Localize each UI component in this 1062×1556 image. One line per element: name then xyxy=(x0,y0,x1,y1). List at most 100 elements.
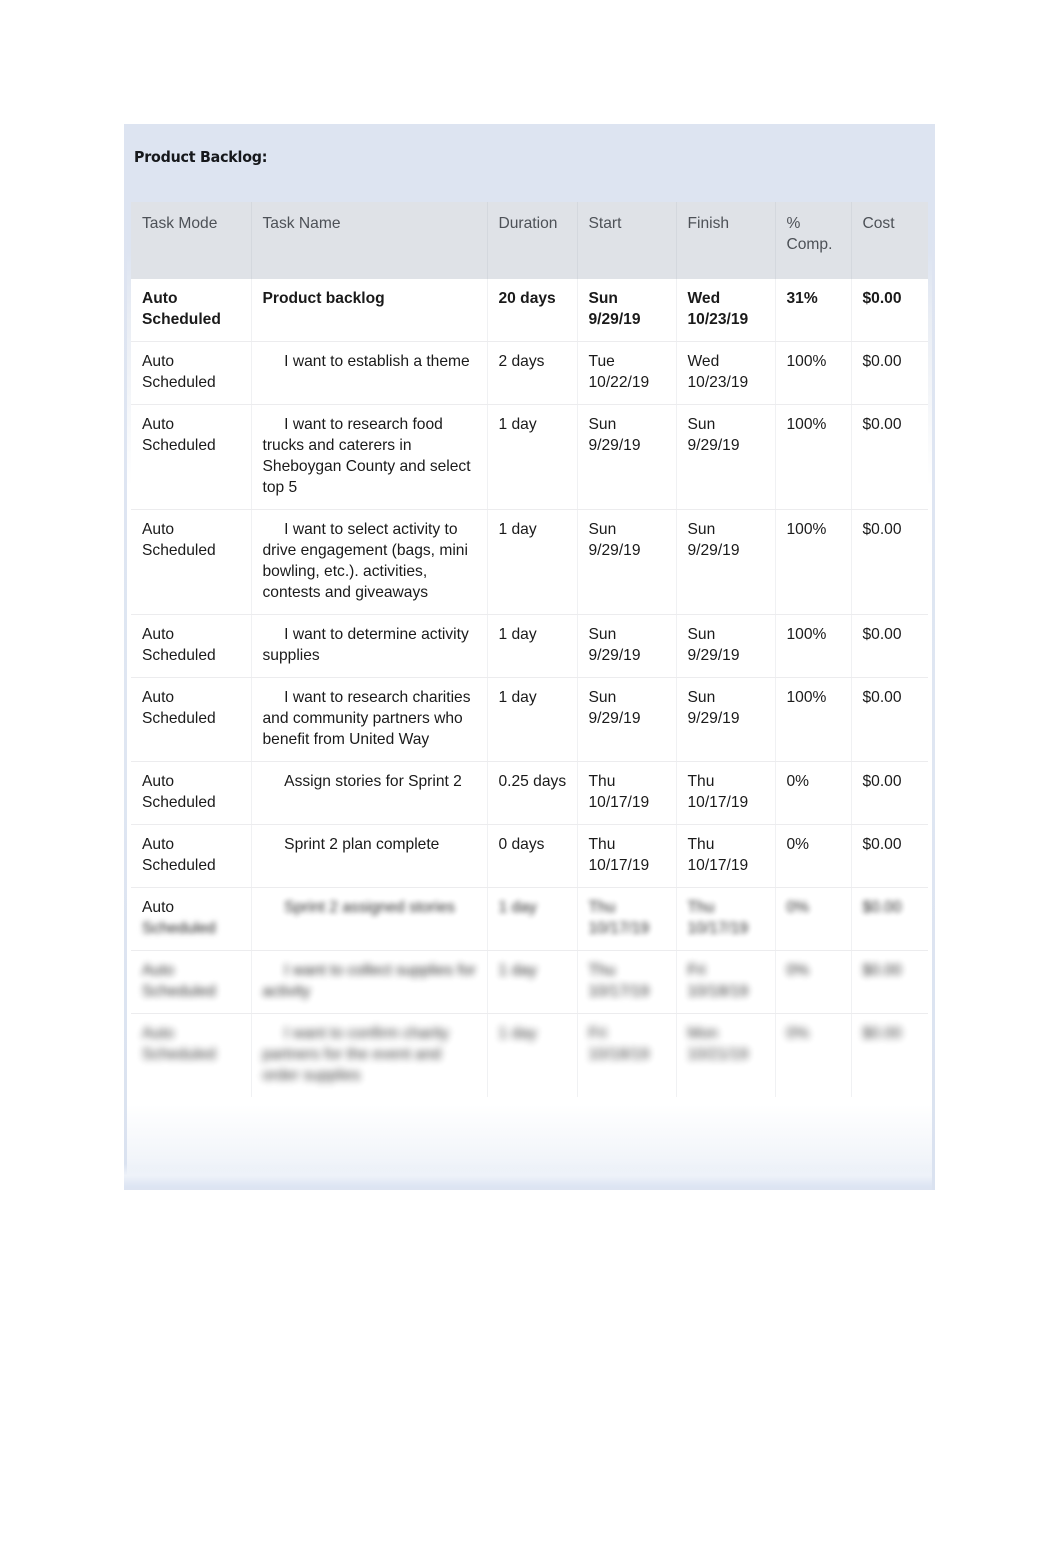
cell-task-mode: Auto Scheduled xyxy=(131,279,252,342)
cell-pct-comp: 100% xyxy=(775,404,852,510)
cell-cost: $0.00 xyxy=(851,824,928,888)
cell-duration: 20 days xyxy=(487,279,578,342)
cell-pct-comp: 0% xyxy=(775,824,852,888)
cell-start: Tue 10/22/19 xyxy=(577,341,677,405)
cell-task-mode-sharp-line: Auto xyxy=(142,899,175,916)
cell-task-mode: Auto Scheduled xyxy=(131,887,252,951)
column-header-duration[interactable]: Duration xyxy=(487,202,578,279)
cell-finish: Fri 10/18/19 xyxy=(676,950,776,1014)
cell-finish: Wed 10/23/19 xyxy=(676,341,776,405)
table-header-row: Task Mode Task Name Duration Start Finis… xyxy=(131,202,928,279)
table-body: Auto Scheduled Product backlog 20 days Sun … xyxy=(131,279,928,1097)
cell-duration: 1 day xyxy=(487,887,578,951)
cell-task-mode-blurred-line: Scheduled xyxy=(142,920,216,937)
table-row[interactable]: Auto Scheduled I want to research food t… xyxy=(131,404,928,510)
cell-duration: 0.25 days xyxy=(487,761,578,825)
column-header-pct-comp[interactable]: % Comp. xyxy=(775,202,852,279)
table-row[interactable]: Auto Scheduled Assign stories for Sprint… xyxy=(131,761,928,825)
cell-task-mode: Auto Scheduled xyxy=(131,950,252,1014)
cell-cost: $0.00 xyxy=(851,614,928,678)
cell-duration: 2 days xyxy=(487,341,578,405)
cell-finish: Sun 9/29/19 xyxy=(676,677,776,762)
product-backlog-table: Task Mode Task Name Duration Start Finis… xyxy=(131,202,928,1097)
cell-start: Thu 10/17/19 xyxy=(577,950,677,1014)
cell-cost: $0.00 xyxy=(851,341,928,405)
cell-task-name: I want to establish a theme xyxy=(251,341,488,405)
cell-task-name: Product backlog xyxy=(251,279,488,342)
cell-start: Sun 9/29/19 xyxy=(577,677,677,762)
column-header-start[interactable]: Start xyxy=(577,202,677,279)
cell-pct-comp: 100% xyxy=(775,614,852,678)
column-header-finish[interactable]: Finish xyxy=(676,202,776,279)
column-header-cost[interactable]: Cost xyxy=(851,202,928,279)
cell-task-name: Assign stories for Sprint 2 xyxy=(251,761,488,825)
cell-duration: 1 day xyxy=(487,404,578,510)
cell-task-name: I want to collect supplies for activity xyxy=(251,950,488,1014)
cell-task-mode: Auto Scheduled xyxy=(131,509,252,615)
table-row[interactable]: Auto Scheduled I want to confirm charity… xyxy=(131,1013,928,1097)
product-backlog-panel: Product Backlog: Task Mode Task Name Dur… xyxy=(124,124,935,1190)
cell-task-mode: Auto Scheduled xyxy=(131,404,252,510)
cell-task-name: I want to confirm charity partners for t… xyxy=(251,1013,488,1097)
cell-task-mode: Auto Scheduled xyxy=(131,761,252,825)
cell-duration: 0 days xyxy=(487,824,578,888)
cell-start: Thu 10/17/19 xyxy=(577,824,677,888)
cell-cost: $0.00 xyxy=(851,950,928,1014)
cell-task-mode: Auto Scheduled xyxy=(131,341,252,405)
table-row[interactable]: Auto Scheduled I want to research charit… xyxy=(131,677,928,762)
cell-cost: $0.00 xyxy=(851,677,928,762)
page-title: Product Backlog: xyxy=(134,148,268,166)
cell-cost: $0.00 xyxy=(851,887,928,951)
column-header-task-name[interactable]: Task Name xyxy=(251,202,488,279)
table-row[interactable]: Auto Scheduled I want to establish a the… xyxy=(131,341,928,405)
table-header: Task Mode Task Name Duration Start Finis… xyxy=(131,202,928,279)
cell-finish: Thu 10/17/19 xyxy=(676,824,776,888)
cell-task-name: Sprint 2 plan complete xyxy=(251,824,488,888)
cell-cost: $0.00 xyxy=(851,279,928,342)
cell-start: Sun 9/29/19 xyxy=(577,614,677,678)
column-header-pct-comp-line1: % xyxy=(786,215,801,232)
cell-task-name: I want to determine activity supplies xyxy=(251,614,488,678)
cell-cost: $0.00 xyxy=(851,509,928,615)
table-row[interactable]: Auto Scheduled Sprint 2 plan complete 0 d… xyxy=(131,824,928,888)
cell-pct-comp: 31% xyxy=(775,279,852,342)
cell-cost: $0.00 xyxy=(851,761,928,825)
cell-duration: 1 day xyxy=(487,677,578,762)
cell-duration: 1 day xyxy=(487,614,578,678)
cell-duration: 1 day xyxy=(487,509,578,615)
table-row[interactable]: Auto Scheduled I want to determine activ… xyxy=(131,614,928,678)
column-header-task-mode[interactable]: Task Mode xyxy=(131,202,252,279)
cell-start: Fri 10/18/19 xyxy=(577,1013,677,1097)
cell-task-name: I want to research charities and communi… xyxy=(251,677,488,762)
table-row[interactable]: Auto Scheduled I want to select activity… xyxy=(131,509,928,615)
cell-task-name: Sprint 2 assigned stories xyxy=(251,887,488,951)
column-header-pct-comp-line2: Comp. xyxy=(786,236,833,253)
cell-task-name: I want to research food trucks and cater… xyxy=(251,404,488,510)
table-row[interactable]: Auto Scheduled Sprint 2 assigned stories 1… xyxy=(131,887,928,951)
cell-pct-comp: 100% xyxy=(775,509,852,615)
cell-finish: Thu 10/17/19 xyxy=(676,761,776,825)
cell-pct-comp: 0% xyxy=(775,761,852,825)
cell-duration: 1 day xyxy=(487,950,578,1014)
cell-finish: Mon 10/21/19 xyxy=(676,1013,776,1097)
cell-task-mode: Auto Scheduled xyxy=(131,1013,252,1097)
cell-start: Sun 9/29/19 xyxy=(577,404,677,510)
cell-start: Sun 9/29/19 xyxy=(577,509,677,615)
table-row[interactable]: Auto Scheduled I want to collect supplie… xyxy=(131,950,928,1014)
cell-task-mode: Auto Scheduled xyxy=(131,824,252,888)
cell-cost: $0.00 xyxy=(862,1025,902,1042)
cell-finish: Sun 9/29/19 xyxy=(676,614,776,678)
cell-start: Thu 10/17/19 xyxy=(577,887,677,951)
cell-pct-comp: 100% xyxy=(775,677,852,762)
cell-finish: Sun 9/29/19 xyxy=(676,404,776,510)
cell-pct-comp: 0% xyxy=(775,887,852,951)
cell-finish: Thu 10/17/19 xyxy=(676,887,776,951)
cell-finish: Wed 10/23/19 xyxy=(676,279,776,342)
cell-cost: $0.00 xyxy=(851,404,928,510)
cell-finish: Sun 9/29/19 xyxy=(676,509,776,615)
table-row[interactable]: Auto Scheduled Product backlog 20 days Sun … xyxy=(131,279,928,342)
cell-duration: 1 day xyxy=(487,1013,578,1097)
bottom-fade-overlay xyxy=(124,1164,935,1190)
cell-task-name: I want to select activity to drive engag… xyxy=(251,509,488,615)
cell-task-mode: Auto Scheduled xyxy=(131,614,252,678)
